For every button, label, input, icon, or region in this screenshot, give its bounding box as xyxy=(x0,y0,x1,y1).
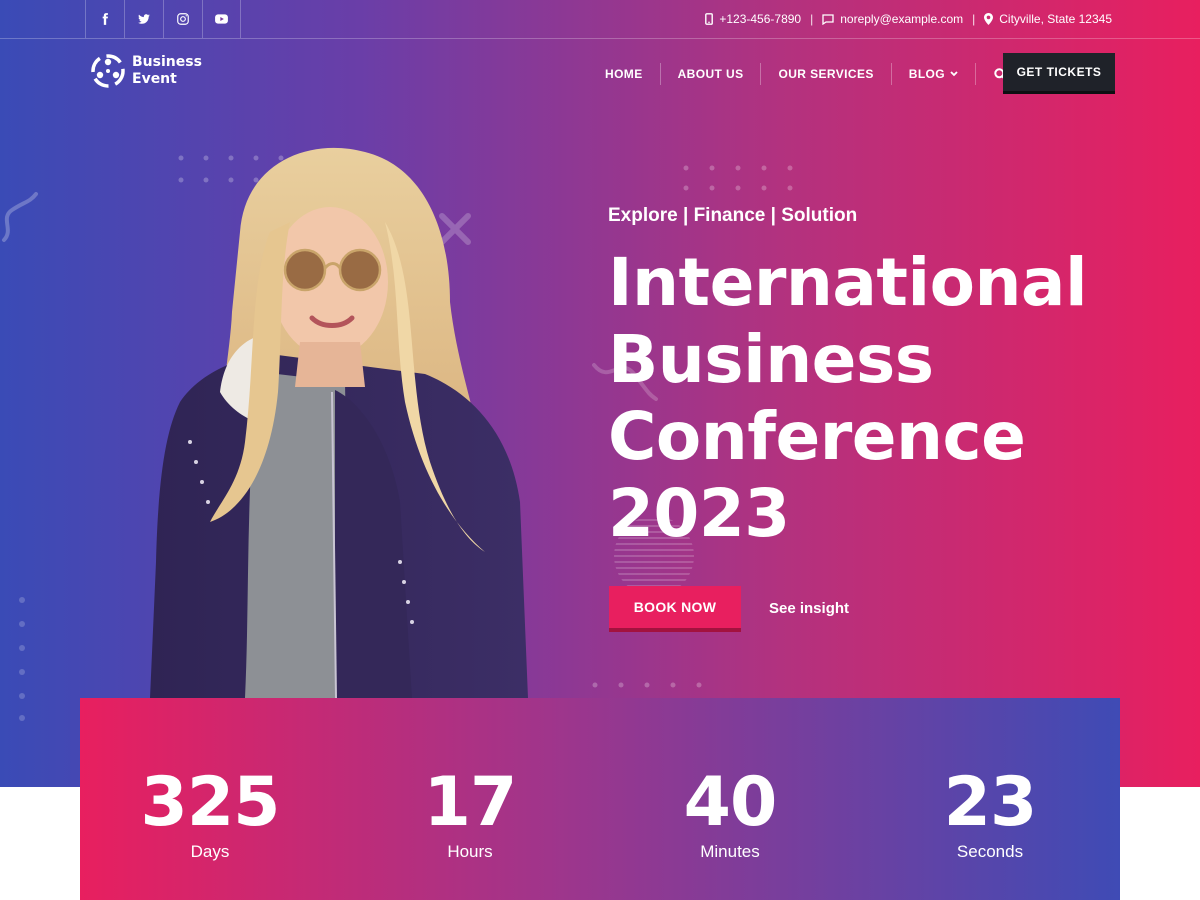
nav-item-home[interactable]: HOME xyxy=(588,63,661,85)
phone-icon xyxy=(705,13,714,25)
countdown-value: 40 xyxy=(683,763,778,842)
dot-pattern-decoration xyxy=(592,682,702,688)
dot-pattern-decoration xyxy=(683,165,793,191)
instagram-link[interactable] xyxy=(163,0,202,38)
hero-title-line: 2023 xyxy=(608,475,790,552)
logo-icon xyxy=(91,54,125,88)
address-text: Cityville, State 12345 xyxy=(999,12,1112,26)
youtube-icon xyxy=(215,14,228,24)
countdown-hours: 17 Hours xyxy=(340,698,600,900)
nav-item-our-services[interactable]: OUR SERVICES xyxy=(761,63,892,85)
nav-menu: HOME ABOUT US OUR SERVICES BLOG xyxy=(588,55,1024,93)
countdown-days: 325 Days xyxy=(80,698,340,900)
countdown-label: Seconds xyxy=(956,842,1024,861)
site-logo[interactable]: Business Event xyxy=(90,53,202,89)
countdown-label: Minutes xyxy=(700,842,760,861)
hero-title: International Business Conference 2023 xyxy=(608,244,1088,552)
nav-item-blog[interactable]: BLOG xyxy=(892,63,977,85)
contact-separator: | xyxy=(810,12,814,26)
email-text: noreply@example.com xyxy=(840,12,964,26)
countdown-label: Days xyxy=(190,842,230,861)
nav-item-label: ABOUT US xyxy=(677,67,744,81)
see-insight-link[interactable]: See insight xyxy=(769,600,849,617)
countdown-seconds: 23 Seconds xyxy=(860,698,1120,900)
countdown-minutes: 40 Minutes xyxy=(600,698,860,900)
youtube-link[interactable] xyxy=(202,0,241,38)
nav-item-label: HOME xyxy=(605,67,643,81)
facebook-icon xyxy=(102,13,108,25)
logo-text: Business Event xyxy=(132,54,202,88)
nav-item-label: BLOG xyxy=(908,67,946,81)
message-icon xyxy=(822,13,834,25)
phone-text: +123-456-7890 xyxy=(719,12,802,26)
countdown-value: 17 xyxy=(423,763,518,842)
logo-line-2: Event xyxy=(132,71,177,87)
squiggle-decoration xyxy=(2,192,38,242)
logo-line-1: Business xyxy=(132,54,202,70)
book-now-button[interactable]: BOOK NOW xyxy=(609,586,741,632)
nav-item-label: OUR SERVICES xyxy=(778,67,874,81)
hero-tagline: Explore | Finance | Solution xyxy=(608,205,858,226)
top-bar: +123-456-7890 | noreply@example.com | Ci… xyxy=(0,0,1200,39)
chevron-down-icon xyxy=(950,71,958,77)
nav-item-about-us[interactable]: ABOUT US xyxy=(661,63,762,85)
hero-title-line: International xyxy=(608,244,1088,321)
facebook-link[interactable] xyxy=(85,0,124,38)
contact-info: +123-456-7890 | noreply@example.com | Ci… xyxy=(705,0,1112,38)
twitter-link[interactable] xyxy=(124,0,163,38)
countdown-value: 325 xyxy=(140,763,281,842)
get-tickets-button[interactable]: GET TICKETS xyxy=(1003,53,1115,94)
contact-separator: | xyxy=(972,12,976,26)
countdown-value: 23 xyxy=(943,763,1038,842)
social-links xyxy=(85,0,241,38)
dot-column-decoration xyxy=(19,597,25,721)
hero-title-line: Business xyxy=(608,321,934,398)
map-pin-icon xyxy=(984,13,994,25)
instagram-icon xyxy=(177,13,189,25)
hero-section: +123-456-7890 | noreply@example.com | Ci… xyxy=(0,0,1200,787)
hero-title-line: Conference xyxy=(608,398,1026,475)
email-contact[interactable]: noreply@example.com xyxy=(822,12,963,26)
speaker-photo xyxy=(150,147,528,698)
twitter-icon xyxy=(138,14,150,24)
countdown-panel: 325 Days 17 Hours 40 Minutes 23 Seconds xyxy=(80,698,1120,900)
phone-contact[interactable]: +123-456-7890 xyxy=(705,12,801,26)
main-navigation: Business Event HOME ABOUT US OUR SERVICE… xyxy=(0,39,1200,109)
address-contact: Cityville, State 12345 xyxy=(984,12,1112,26)
countdown-label: Hours xyxy=(447,842,493,861)
